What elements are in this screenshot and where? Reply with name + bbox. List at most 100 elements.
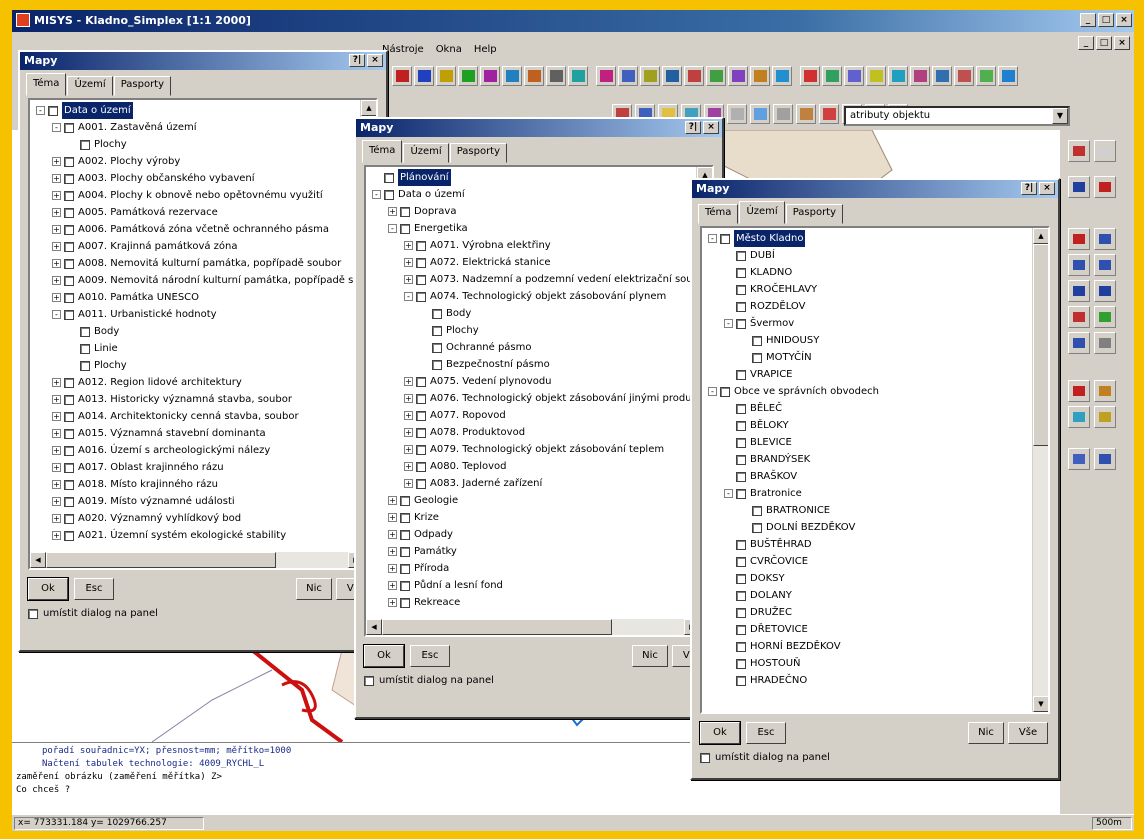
tree-item[interactable]: HORNÍ BEZDĚKOV xyxy=(704,638,879,655)
right-tool-icon[interactable] xyxy=(1068,448,1090,470)
expand-icon[interactable]: + xyxy=(404,428,413,437)
tree-checkbox[interactable] xyxy=(64,428,74,439)
toolbar-tool-icon[interactable] xyxy=(800,66,820,86)
tree-item[interactable]: + A014. Architektonicky cenná stavba, sou… xyxy=(32,408,376,425)
scroll-left-arrow-icon[interactable]: ◀ xyxy=(366,619,382,635)
tree-item[interactable]: Linie xyxy=(32,340,376,357)
tree-checkbox[interactable] xyxy=(64,241,74,252)
tree-checkbox[interactable] xyxy=(400,529,410,540)
toolbar-tool-icon[interactable] xyxy=(618,66,638,86)
scroll-up-arrow-icon[interactable]: ▲ xyxy=(1033,228,1048,244)
right-tool-icon[interactable] xyxy=(1068,332,1090,354)
tree-item[interactable]: + A079. Technologický objekt zásobování t… xyxy=(368,441,712,458)
tree-item[interactable]: CVRČOVICE xyxy=(704,553,879,570)
tree-item[interactable]: + A005. Památková rezervace xyxy=(32,204,376,221)
toolbar-tool-icon[interactable] xyxy=(976,66,996,86)
right-tool-icon[interactable] xyxy=(1094,332,1116,354)
toolbar-tool-icon[interactable] xyxy=(414,66,434,86)
expand-icon[interactable]: + xyxy=(388,207,397,216)
chevron-down-icon[interactable]: ▼ xyxy=(1052,108,1068,124)
tree-item[interactable]: - A074. Technologický objekt zásobování p… xyxy=(368,288,712,305)
vertical-scrollbar[interactable]: ▲▼ xyxy=(1032,228,1048,712)
tree-checkbox[interactable] xyxy=(736,301,746,312)
expand-icon[interactable]: + xyxy=(52,429,61,438)
tree-item[interactable]: + Půdní a lesní fond xyxy=(368,577,712,594)
expand-icon[interactable]: + xyxy=(404,258,413,267)
tree-checkbox[interactable] xyxy=(752,335,762,346)
tree-item[interactable]: MOTYČÍN xyxy=(704,349,879,366)
tree-checkbox[interactable] xyxy=(416,257,426,268)
tree-view[interactable]: ▲ ▼ - Město Kladno DUBÍ KLADNO KROČEHLAVY ROZDĚ… xyxy=(700,226,1050,714)
tree-checkbox[interactable] xyxy=(400,546,410,557)
expand-icon[interactable]: + xyxy=(52,514,61,523)
tree-item[interactable]: + A078. Produktovod xyxy=(368,424,712,441)
tree-item[interactable]: + Krize xyxy=(368,509,712,526)
tree-checkbox[interactable] xyxy=(64,122,74,133)
help-button[interactable]: ?| xyxy=(1021,182,1037,195)
expand-icon[interactable]: + xyxy=(52,480,61,489)
toolbar-tool-icon[interactable] xyxy=(954,66,974,86)
tree-item[interactable]: + A076. Technologický objekt zásobování j… xyxy=(368,390,712,407)
tree-item[interactable]: + A015. Významná stavební dominanta xyxy=(32,425,376,442)
tree-item[interactable]: - Energetika xyxy=(368,220,712,237)
tree-view[interactable]: ▲▼Plánování-Data o území+Doprava-Energet… xyxy=(364,165,714,637)
close-button[interactable]: × xyxy=(703,121,719,134)
expand-icon[interactable]: + xyxy=(52,446,61,455)
attribute-combo[interactable]: atributy objektu ▼ xyxy=(844,106,1070,126)
expand-icon[interactable]: + xyxy=(52,412,61,421)
tree-checkbox[interactable] xyxy=(432,342,442,353)
tree-item[interactable]: BRANDÝSEK xyxy=(704,451,879,468)
tree-item[interactable]: VRAPICE xyxy=(704,366,879,383)
tab-tema[interactable]: Téma xyxy=(362,140,403,163)
tree-checkbox[interactable] xyxy=(736,607,746,618)
tree-item[interactable]: + A021. Územní systém ekologické stabilit… xyxy=(32,527,376,544)
tree-checkbox[interactable] xyxy=(64,173,74,184)
expand-icon[interactable]: + xyxy=(52,293,61,302)
right-tool-icon[interactable] xyxy=(1068,228,1090,250)
tree-checkbox[interactable] xyxy=(64,513,74,524)
esc-button[interactable]: Esc xyxy=(74,578,114,600)
tree-checkbox[interactable] xyxy=(432,308,442,319)
tree-checkbox[interactable] xyxy=(752,522,762,533)
tree-checkbox[interactable] xyxy=(48,105,58,116)
tree-checkbox[interactable] xyxy=(64,530,74,541)
tree-checkbox[interactable] xyxy=(416,461,426,472)
toolbar-tool-icon[interactable] xyxy=(932,66,952,86)
dock-checkbox[interactable] xyxy=(28,608,38,619)
tree-checkbox[interactable] xyxy=(736,437,746,448)
toolbar-tool-icon[interactable] xyxy=(772,66,792,86)
dock-to-panel-option[interactable]: umístit dialog na panel xyxy=(28,608,158,619)
tree-item[interactable]: + A012. Region lidové architektury xyxy=(32,374,376,391)
tree-item[interactable]: + A006. Památková zóna včetně ochranného … xyxy=(32,221,376,238)
tree-item[interactable]: + A008. Nemovitá kulturní památka, popříp… xyxy=(32,255,376,272)
tree-item[interactable]: DŘETOVICE xyxy=(704,621,879,638)
minimize-button[interactable]: _ xyxy=(1080,13,1096,27)
tree-item[interactable]: - Město Kladno xyxy=(704,230,879,247)
close-button[interactable]: × xyxy=(367,54,383,67)
toolbar-tool-icon[interactable] xyxy=(750,104,770,124)
tree-item[interactable]: + A003. Plochy občanského vybavení xyxy=(32,170,376,187)
horizontal-scrollbar[interactable]: ◀▶ xyxy=(366,619,700,635)
tree-item[interactable]: + A020. Významný vyhlídkový bod xyxy=(32,510,376,527)
dock-checkbox[interactable] xyxy=(364,675,374,686)
tree-checkbox[interactable] xyxy=(736,284,746,295)
menu-okna[interactable]: Okna xyxy=(436,44,462,55)
right-tool-icon[interactable] xyxy=(1094,306,1116,328)
tree-item[interactable]: + A004. Plochy k obnově nebo opětovnému v… xyxy=(32,187,376,204)
menu-nastroje[interactable]: Nástroje xyxy=(382,44,424,55)
tab-uzemi[interactable]: Území xyxy=(739,201,785,224)
collapse-icon[interactable]: - xyxy=(52,123,61,132)
tree-item[interactable]: DRUŽEC xyxy=(704,604,879,621)
tree-item[interactable]: + A019. Místo významné události xyxy=(32,493,376,510)
right-tool-icon[interactable] xyxy=(1068,306,1090,328)
select-none-button[interactable]: Nic xyxy=(296,578,332,600)
tab-uzemi[interactable]: Území xyxy=(403,143,449,163)
toolbar-tool-icon[interactable] xyxy=(910,66,930,86)
right-tool-icon[interactable] xyxy=(1094,280,1116,302)
tree-checkbox[interactable] xyxy=(400,597,410,608)
tree-checkbox[interactable] xyxy=(416,478,426,489)
scroll-left-arrow-icon[interactable]: ◀ xyxy=(30,552,46,568)
tree-item[interactable]: + A013. Historicky významná stavba, soubo… xyxy=(32,391,376,408)
tree-checkbox[interactable] xyxy=(384,172,394,183)
tab-pasporty[interactable]: Pasporty xyxy=(113,76,172,96)
